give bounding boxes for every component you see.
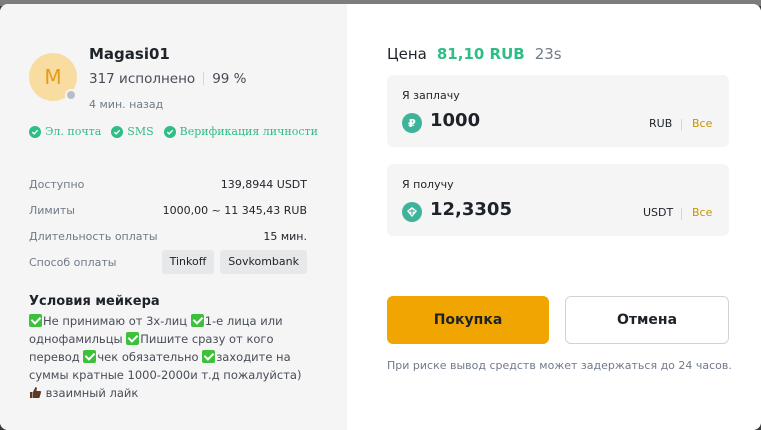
pay-amount-field[interactable]: Я заплачу ₽ 1000 RUB Все xyxy=(387,75,729,147)
cancel-button[interactable]: Отмена xyxy=(565,296,729,344)
limits-row: Лимиты 1000,00 ~ 11 345,43 RUB xyxy=(29,204,307,217)
price-value: 81,10 RUB xyxy=(436,45,525,63)
price-refresh-timer: 23s xyxy=(534,45,562,63)
limits-value: 1000,00 ~ 11 345,43 RUB xyxy=(162,204,307,217)
last-seen: 4 мин. назад xyxy=(89,98,164,111)
check-circle-icon xyxy=(163,125,176,138)
verify-email: Эл. почта xyxy=(29,125,101,138)
order-panel: Цена 81,10 RUB 23s Я заплачу ₽ 1000 RUB … xyxy=(347,4,761,430)
p2p-order-modal: M Magasi01 317 исполнено 99 % 4 мин. наза… xyxy=(0,4,761,430)
duration-row: Длительность оплаты 15 мин. xyxy=(29,230,307,243)
pay-amount-input[interactable]: 1000 xyxy=(430,110,480,131)
checkmark-emoji-icon xyxy=(202,350,216,363)
terms-part: чек обязательно xyxy=(97,350,203,364)
pay-currency: RUB xyxy=(649,117,673,130)
verification-badges: Эл. почта SMS Верификация личности xyxy=(29,125,318,138)
online-status-dot xyxy=(65,89,77,101)
merchant-stats: 317 исполнено 99 % xyxy=(89,71,247,87)
ruble-coin-icon: ₽ xyxy=(402,113,422,133)
buy-button[interactable]: Покупка xyxy=(387,296,549,344)
check-circle-icon xyxy=(29,125,41,138)
stats-divider xyxy=(203,72,205,85)
receive-currency: USDT xyxy=(643,206,674,219)
limits-label: Лимиты xyxy=(29,204,75,217)
payment-tag-sovkombank: Sovkombank xyxy=(220,250,307,274)
risk-notice: При риске вывод средств может задержатьс… xyxy=(387,359,732,372)
thumbs-up-icon xyxy=(30,387,42,398)
usdt-coin-icon xyxy=(402,202,422,222)
checkmark-emoji-icon xyxy=(190,314,204,327)
price-label: Цена xyxy=(387,45,427,63)
field-divider xyxy=(681,208,682,220)
orders-completed: 317 исполнено xyxy=(89,71,196,87)
available-label: Доступно xyxy=(29,178,85,191)
avatar-letter: M xyxy=(44,65,62,89)
verify-identity: Верификация личности xyxy=(163,125,318,138)
payment-method-label: Способ оплаты xyxy=(29,255,117,269)
merchant-name[interactable]: Magasi01 xyxy=(89,45,170,63)
receive-all-button[interactable]: Все xyxy=(692,206,712,219)
checkmark-emoji-icon xyxy=(126,332,140,345)
verify-sms: SMS xyxy=(111,125,154,138)
completion-rate: 99 % xyxy=(212,71,247,87)
verify-sms-label: SMS xyxy=(127,125,154,138)
maker-terms-title: Условия мейкера xyxy=(29,294,160,309)
duration-label: Длительность оплаты xyxy=(29,230,158,243)
payment-method-row: Способ оплаты Tinkoff Sovkombank xyxy=(29,250,307,274)
maker-terms-text: Не принимаю от 3х-лиц 1-е лица или одноф… xyxy=(29,312,309,402)
payment-method-tags: Tinkoff Sovkombank xyxy=(161,250,307,274)
merchant-panel: M Magasi01 317 исполнено 99 % 4 мин. наза… xyxy=(0,4,347,430)
pay-label: Я заплачу xyxy=(402,89,460,102)
duration-value: 15 мин. xyxy=(263,230,307,243)
checkmark-emoji-icon xyxy=(29,314,42,327)
checkmark-emoji-icon xyxy=(83,350,97,363)
price-row: Цена 81,10 RUB 23s xyxy=(387,45,562,63)
verify-identity-label: Верификация личности xyxy=(179,125,318,138)
pay-all-button[interactable]: Все xyxy=(692,117,712,130)
avatar: M xyxy=(29,53,77,101)
tether-diamond-icon xyxy=(407,207,417,217)
terms-part: Не принимаю от 3х-лиц xyxy=(43,314,191,328)
receive-amount-input[interactable]: 12,3305 xyxy=(430,199,512,220)
terms-part: взаимный лайк xyxy=(42,386,139,400)
receive-amount-field[interactable]: Я получу 12,3305 USDT Все xyxy=(387,164,729,236)
verify-email-label: Эл. почта xyxy=(45,125,102,138)
available-value: 139,8944 USDT xyxy=(220,178,307,191)
payment-tag-tinkoff: Tinkoff xyxy=(161,250,215,274)
field-divider xyxy=(681,119,682,131)
check-circle-icon xyxy=(111,125,124,138)
receive-label: Я получу xyxy=(402,178,454,191)
available-row: Доступно 139,8944 USDT xyxy=(29,178,307,191)
